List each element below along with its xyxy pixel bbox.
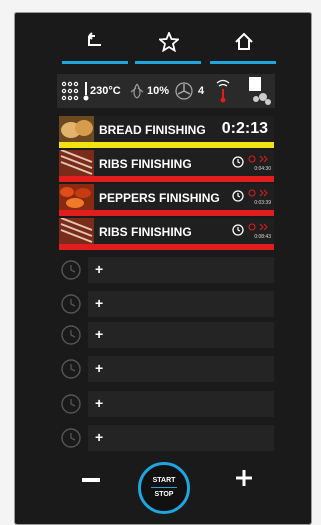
tray-grid-icon — [61, 81, 79, 101]
program-label: BREAD FINISHING — [99, 123, 206, 137]
humidity-value: 10% — [147, 85, 170, 97]
empty-slot-box — [88, 291, 274, 317]
ribs-thumbnail — [59, 218, 94, 244]
progress-bar-yellow — [59, 142, 274, 148]
remaining-time: 0:08:43 — [254, 234, 271, 240]
remaining-time: 0:04:30 — [254, 166, 271, 172]
empty-slot[interactable]: + — [59, 322, 274, 348]
empty-timer-icon — [61, 260, 81, 280]
empty-slot[interactable]: + — [59, 356, 274, 382]
empty-timer-icon — [61, 359, 81, 379]
add-program-icon: + — [95, 395, 104, 411]
ribs-thumbnail — [59, 150, 94, 176]
add-program-icon: + — [95, 261, 104, 277]
back-arrow-icon — [88, 32, 101, 46]
empty-slot-box — [88, 356, 274, 382]
humidity-icon — [130, 83, 144, 99]
favorite-underline — [135, 61, 201, 64]
program-row-peppers[interactable]: PEPPERS FINISHING 0:03:39 — [59, 184, 274, 210]
star-icon — [159, 32, 179, 52]
program-row-bread[interactable]: BREAD FINISHING 0:2:13 — [59, 116, 274, 142]
clock-icon — [232, 190, 244, 202]
empty-slot-box — [88, 391, 274, 417]
progress-bar-red — [59, 244, 274, 250]
clock-icon — [232, 224, 244, 236]
empty-timer-icon — [61, 325, 81, 345]
program-label: RIBS FINISHING — [99, 225, 192, 239]
empty-timer-icon — [61, 428, 81, 448]
bread-thumbnail — [59, 116, 94, 142]
start-stop-button[interactable]: START STOP — [138, 462, 190, 514]
wifi-thermometer-icon — [216, 79, 230, 103]
fan-speed-value: 4 — [198, 85, 205, 97]
add-program-icon: + — [95, 429, 104, 445]
back-button[interactable] — [62, 24, 128, 64]
add-program-icon: + — [95, 326, 104, 342]
home-button[interactable] — [210, 24, 276, 64]
empty-slot[interactable]: + — [59, 291, 274, 317]
steam-oven-icon — [249, 77, 271, 105]
empty-slot-box — [88, 425, 274, 451]
empty-timer-icon — [61, 294, 81, 314]
home-underline — [210, 61, 276, 64]
empty-slot[interactable]: + — [59, 425, 274, 451]
stop-label: STOP — [154, 491, 174, 498]
empty-slot[interactable]: + — [59, 257, 274, 283]
status-bar: 230°C 10% 4 — [57, 74, 275, 108]
program-label: PEPPERS FINISHING — [99, 191, 220, 205]
start-label: START — [152, 477, 176, 484]
program-row-ribs-1[interactable]: RIBS FINISHING 0:04:30 — [59, 150, 274, 176]
start-stop-divider — [151, 487, 177, 488]
fan-icon — [175, 82, 193, 100]
favorite-button[interactable] — [135, 24, 201, 64]
add-program-icon: + — [95, 360, 104, 376]
empty-slot-box — [88, 322, 274, 348]
temperature-value: 230°C — [90, 85, 121, 97]
clock-icon — [232, 156, 244, 168]
empty-slot[interactable]: + — [59, 391, 274, 417]
progress-bar-red — [59, 176, 274, 182]
add-program-icon: + — [95, 295, 104, 311]
empty-timer-icon — [61, 394, 81, 414]
home-icon — [235, 32, 253, 50]
remaining-time: 0:03:39 — [254, 200, 271, 206]
progress-bar-red — [59, 210, 274, 216]
peppers-thumbnail — [59, 184, 94, 210]
thermometer-icon — [83, 82, 89, 101]
program-label: RIBS FINISHING — [99, 157, 192, 171]
empty-slot-box — [88, 257, 274, 283]
decrease-button[interactable] — [82, 478, 100, 482]
program-timer: 0:2:13 — [221, 120, 268, 137]
increase-button[interactable] — [234, 468, 254, 488]
back-underline — [62, 61, 128, 64]
program-row-ribs-2[interactable]: RIBS FINISHING 0:08:43 — [59, 218, 274, 244]
